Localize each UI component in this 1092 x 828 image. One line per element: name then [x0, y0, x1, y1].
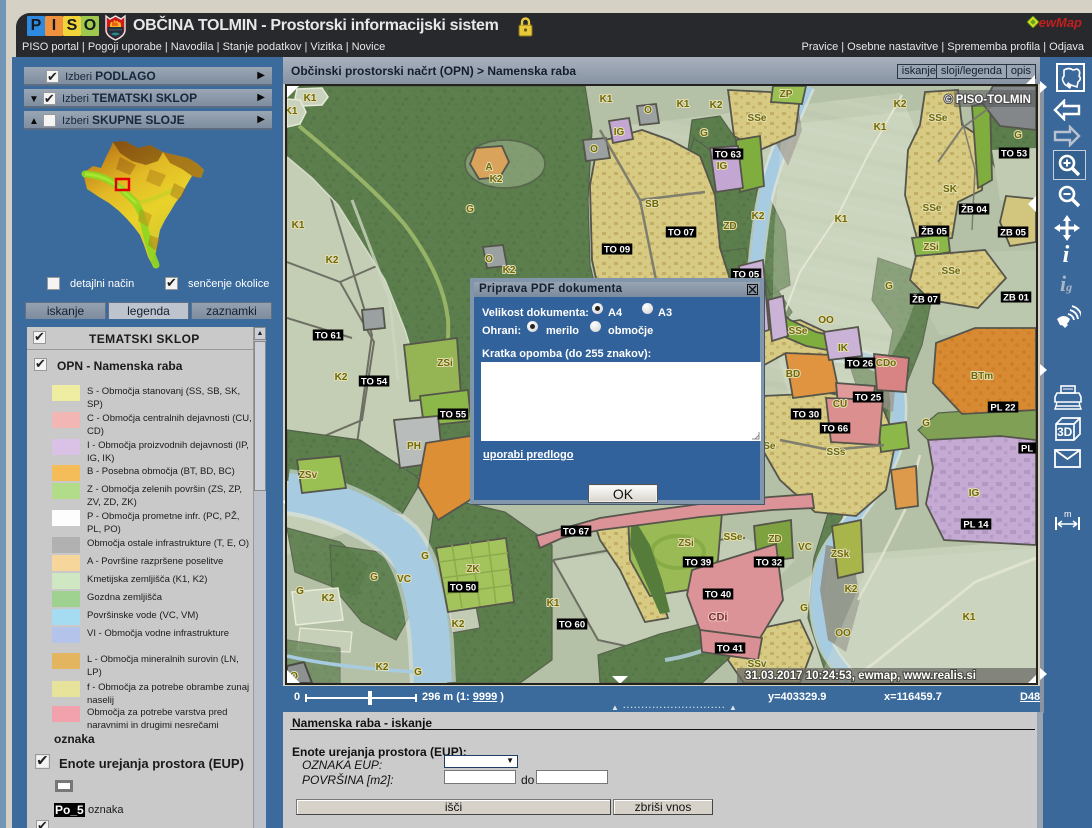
svg-text:ZB 05: ZB 05 [1000, 228, 1027, 239]
svg-text:TO 40: TO 40 [705, 590, 731, 601]
svg-text:SSe: SSe [929, 113, 948, 124]
svg-text:K1: K1 [304, 93, 317, 104]
svg-text:CU: CU [833, 399, 847, 410]
svg-text:TO 60: TO 60 [559, 620, 585, 631]
svg-text:G: G [700, 128, 708, 139]
svg-text:TO 07: TO 07 [668, 228, 694, 239]
svg-text:TO 61: TO 61 [315, 331, 342, 342]
svg-text:K1: K1 [874, 122, 887, 133]
svg-text:ZD: ZD [723, 221, 736, 232]
svg-text:K2: K2 [490, 174, 503, 185]
svg-text:SSe: SSe [923, 203, 942, 214]
svg-text:G: G [296, 586, 304, 597]
svg-text:ŽB 05: ŽB 05 [921, 226, 948, 238]
svg-text:OO: OO [818, 315, 834, 326]
svg-text:TO 66: TO 66 [822, 424, 848, 435]
svg-text:ŽB 04: ŽB 04 [961, 204, 988, 216]
svg-text:G: G [370, 572, 378, 583]
svg-text:K2: K2 [326, 255, 339, 266]
svg-text:O: O [485, 254, 493, 265]
svg-text:BD: BD [786, 369, 800, 380]
svg-text:G: G [1014, 130, 1022, 141]
svg-text:BTm: BTm [971, 371, 993, 382]
svg-text:TO 67: TO 67 [563, 527, 589, 538]
svg-text:ZD: ZD [768, 534, 781, 545]
svg-text:TO 39: TO 39 [685, 558, 711, 569]
svg-text:OO: OO [835, 628, 851, 639]
svg-text:TO 32: TO 32 [756, 558, 782, 569]
svg-text:K1: K1 [677, 99, 690, 110]
svg-text:K2: K2 [322, 593, 335, 604]
svg-text:TO 54: TO 54 [361, 377, 388, 388]
svg-text:SB: SB [645, 199, 659, 210]
svg-text:PH: PH [407, 441, 421, 452]
svg-text:K2: K2 [503, 265, 516, 276]
svg-text:TO 30: TO 30 [793, 410, 819, 421]
svg-text:VC: VC [397, 574, 411, 585]
svg-text:TO 41: TO 41 [717, 644, 744, 655]
svg-text:SSe: SSe [942, 266, 961, 277]
svg-text:TO 55: TO 55 [440, 410, 467, 421]
svg-text:K2: K2 [894, 99, 907, 110]
svg-text:K2: K2 [710, 100, 723, 111]
svg-text:© PISO-TOLMIN: © PISO-TOLMIN [944, 94, 1031, 106]
svg-text:ZSi: ZSi [923, 242, 939, 253]
svg-text:K1: K1 [287, 106, 298, 117]
svg-text:SSe: SSe [789, 326, 808, 337]
svg-text:TO 50: TO 50 [450, 583, 476, 594]
svg-text:IG: IG [969, 488, 980, 499]
svg-text:ZP: ZP [780, 89, 793, 100]
svg-text:G: G [922, 418, 930, 429]
svg-text:CDo: CDo [876, 358, 897, 369]
svg-text:SSs: SSs [827, 447, 846, 458]
svg-text:PL 14: PL 14 [963, 520, 989, 531]
svg-text:CDi: CDi [709, 612, 728, 624]
svg-text:K1: K1 [547, 598, 560, 609]
svg-text:IK: IK [838, 343, 849, 354]
svg-text:K1: K1 [835, 214, 848, 225]
svg-text:K2: K2 [845, 584, 858, 595]
svg-text:G: G [885, 281, 893, 292]
svg-text:A: A [485, 162, 492, 173]
svg-text:3D: 3D [1057, 425, 1073, 439]
svg-text:TO 09: TO 09 [604, 245, 630, 256]
svg-text:SK: SK [943, 184, 958, 195]
svg-text:K1: K1 [600, 94, 613, 105]
svg-text:PL 22: PL 22 [990, 403, 1015, 414]
svg-text:ZSi: ZSi [678, 538, 694, 549]
svg-text:K2: K2 [752, 211, 765, 222]
svg-text:ZSk: ZSk [831, 549, 850, 560]
svg-text:IG: IG [614, 127, 625, 138]
svg-text:VC: VC [798, 542, 812, 553]
svg-text:ZSi: ZSi [437, 358, 453, 369]
svg-text:IG: IG [717, 161, 728, 172]
svg-text:K2: K2 [376, 662, 389, 673]
svg-text:SSe: SSe [748, 113, 767, 124]
svg-text:K2: K2 [452, 619, 465, 630]
svg-text:TO 63: TO 63 [715, 150, 741, 161]
svg-text:m: m [1064, 509, 1072, 519]
svg-text:O: O [590, 144, 598, 155]
svg-text:31.03.2017 10:24:53, ewmap, ww: 31.03.2017 10:24:53, ewmap, www.realis.s… [745, 670, 976, 682]
svg-text:G: G [421, 551, 429, 562]
svg-text:ŽB 07: ŽB 07 [912, 294, 938, 306]
svg-text:ZSv: ZSv [299, 470, 318, 481]
svg-text:TO 53: TO 53 [1001, 149, 1027, 160]
svg-text:ZB 01: ZB 01 [1003, 293, 1030, 304]
svg-text:SSe: SSe [724, 532, 743, 543]
svg-text:TO 26: TO 26 [847, 359, 873, 370]
svg-text:TO 25: TO 25 [855, 393, 882, 404]
svg-text:K1: K1 [292, 220, 305, 231]
svg-text:G: G [800, 603, 808, 614]
svg-text:G: G [414, 667, 422, 678]
svg-text:K2: K2 [335, 372, 348, 383]
svg-text:G: G [466, 204, 474, 215]
svg-text:K1: K1 [963, 612, 976, 623]
svg-text:PL 2: PL 2 [1021, 444, 1036, 455]
svg-text:ZK: ZK [466, 564, 480, 575]
svg-text:O: O [644, 105, 652, 116]
